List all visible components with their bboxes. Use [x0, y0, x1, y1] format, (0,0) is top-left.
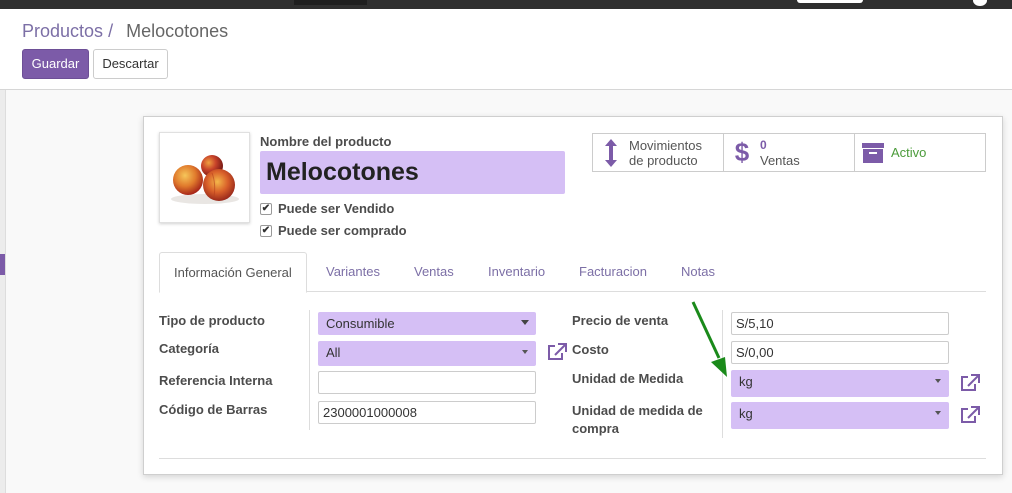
- can-be-purchased-label: Puede ser comprado: [278, 223, 407, 238]
- tab-inventario[interactable]: Inventario: [488, 252, 545, 293]
- form-sheet: Nombre del producto Melocotones ✔ Puede …: [143, 116, 1003, 475]
- product-type-value: Consumible: [326, 316, 395, 331]
- sidebar-handle[interactable]: [0, 254, 5, 275]
- tab-facturacion[interactable]: Facturacion: [579, 252, 647, 293]
- peaches-photo-icon: [171, 155, 239, 204]
- smart-buttons: Movimientos de producto $ 0 Ventas Activ…: [592, 133, 986, 172]
- chevron-down-icon: [521, 320, 529, 325]
- sale-price-label: Precio de venta: [572, 313, 669, 328]
- left-sidebar-strip: [0, 90, 6, 493]
- uom-value: kg: [739, 374, 753, 389]
- uom-select[interactable]: kg: [731, 370, 949, 397]
- product-image[interactable]: [159, 132, 250, 223]
- breadcrumb-separator: /: [108, 21, 114, 41]
- navbar-user-icon[interactable]: [973, 0, 987, 6]
- product-type-select[interactable]: Consumible: [318, 312, 536, 335]
- barcode-label: Código de Barras: [159, 402, 268, 417]
- field-divider-left: [309, 310, 310, 430]
- sales-count: 0: [760, 138, 767, 152]
- breadcrumb-current: Melocotones: [126, 21, 229, 41]
- notebook-tabs: Información General Variantes Ventas Inv…: [159, 252, 986, 293]
- product-type-label: Tipo de producto: [159, 313, 265, 328]
- can-be-sold-checkbox[interactable]: ✔: [260, 202, 272, 215]
- stock-moves-label-2: de producto: [629, 152, 698, 168]
- barcode-input[interactable]: 2300001000008: [318, 401, 536, 424]
- chevron-down-icon: [935, 411, 941, 415]
- uom-po-select[interactable]: kg: [731, 402, 949, 429]
- uom-po-label-line2: compra: [572, 421, 619, 436]
- uom-po-label-line1: Unidad de medida de: [572, 403, 703, 418]
- category-external-link-icon[interactable]: [547, 343, 567, 361]
- can-be-purchased-checkbox[interactable]: ✔: [260, 224, 272, 237]
- control-panel: Productos / Melocotones Guardar Descarta…: [0, 9, 1012, 90]
- stock-moves-button[interactable]: Movimientos de producto: [593, 134, 724, 171]
- field-divider-right: [722, 310, 723, 438]
- tab-variantes[interactable]: Variantes: [326, 252, 380, 293]
- breadcrumb: Productos / Melocotones: [22, 21, 228, 42]
- tab-notas[interactable]: Notas: [681, 252, 715, 293]
- uom-po-external-link-icon[interactable]: [960, 406, 980, 424]
- uom-external-link-icon[interactable]: [960, 374, 980, 392]
- sale-price-input[interactable]: S/5,10: [731, 312, 949, 335]
- sales-label: Ventas: [760, 153, 800, 168]
- active-toggle-button[interactable]: Activo: [855, 134, 985, 171]
- tab-ventas[interactable]: Ventas: [414, 252, 454, 293]
- can-be-sold-label: Puede ser Vendido: [278, 201, 395, 216]
- tab-informacion-general[interactable]: Información General: [159, 252, 307, 293]
- up-down-arrows-icon: [593, 138, 629, 168]
- category-value: All: [326, 345, 341, 360]
- cost-label: Costo: [572, 342, 609, 357]
- discard-button[interactable]: Descartar: [93, 49, 168, 79]
- sheet-footer-divider: [159, 458, 986, 459]
- active-label: Activo: [891, 145, 927, 160]
- internal-ref-input[interactable]: [318, 371, 536, 394]
- category-select[interactable]: All: [318, 341, 536, 366]
- sales-button[interactable]: $ 0 Ventas: [724, 134, 855, 171]
- navbar-menu-block[interactable]: [294, 0, 367, 5]
- uom-po-value: kg: [739, 406, 753, 421]
- can-be-purchased-row: ✔ Puede ser comprado: [260, 223, 407, 238]
- can-be-sold-row: ✔ Puede ser Vendido: [260, 201, 394, 216]
- category-label: Categoría: [159, 341, 219, 356]
- stock-moves-label-1: Movimientos: [629, 137, 702, 153]
- dollar-icon: $: [734, 137, 750, 167]
- top-navbar: [0, 0, 1012, 9]
- archive-icon: [855, 142, 891, 163]
- cost-input[interactable]: S/0,00: [731, 341, 949, 364]
- product-name-label: Nombre del producto: [260, 134, 392, 149]
- product-name-input[interactable]: Melocotones: [260, 151, 565, 194]
- chevron-down-icon: [522, 350, 528, 354]
- breadcrumb-productos[interactable]: Productos: [22, 21, 103, 41]
- internal-ref-label: Referencia Interna: [159, 373, 273, 388]
- chevron-down-icon: [935, 379, 941, 383]
- save-button[interactable]: Guardar: [22, 49, 89, 79]
- uom-po-label: Unidad de medida de compra: [572, 402, 703, 438]
- navbar-pill[interactable]: [797, 0, 863, 3]
- uom-label: Unidad de Medida: [572, 371, 684, 386]
